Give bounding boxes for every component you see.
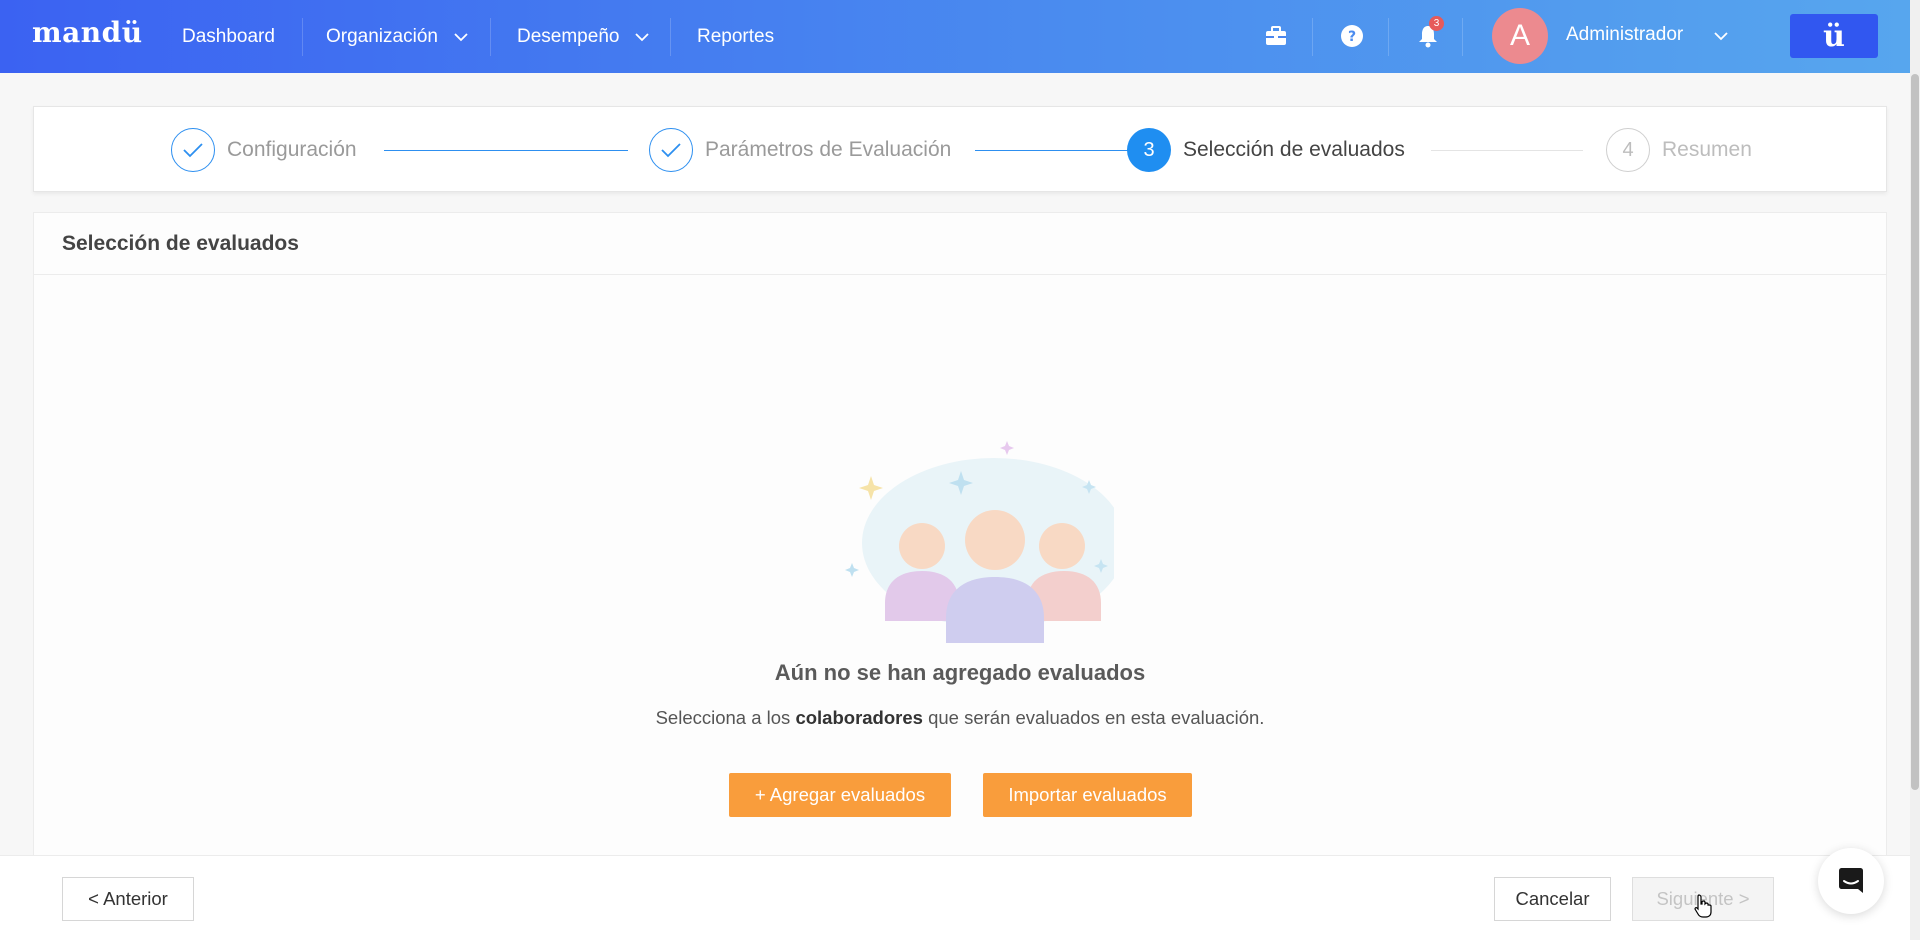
cancel-button[interactable]: Cancelar [1494, 877, 1611, 921]
top-navbar: mandü Dashboard Organización Desempeño R… [0, 0, 1910, 73]
nav-divider [302, 18, 303, 56]
step-parametros[interactable]: Parámetros de Evaluación [649, 107, 951, 193]
nav-divider [1312, 18, 1313, 56]
nav-organizacion[interactable]: Organización [326, 0, 470, 73]
chevron-down-icon [454, 32, 468, 41]
empty-state-description: Selecciona a los colaboradores que serán… [34, 707, 1886, 729]
nav-reportes[interactable]: Reportes [697, 0, 774, 73]
nav-dashboard-label: Dashboard [182, 25, 275, 47]
add-evaluados-button[interactable]: + Agregar evaluados [729, 773, 951, 817]
card-title: Selección de evaluados [34, 213, 1886, 275]
step-3-circle: 3 [1127, 128, 1171, 172]
step-2-label: Parámetros de Evaluación [705, 138, 952, 161]
step-1-circle [171, 128, 215, 172]
brand-logo[interactable]: mandü [32, 16, 143, 49]
nav-divider [1388, 18, 1389, 56]
empty-desc-before: Selecciona a los [655, 707, 796, 728]
step-connector [975, 150, 1140, 151]
nav-reportes-label: Reportes [697, 25, 775, 47]
step-connector [1431, 150, 1583, 151]
nav-dashboard[interactable]: Dashboard [182, 0, 275, 73]
notification-badge: 3 [1429, 16, 1444, 31]
corner-logo-button[interactable]: ü [1790, 14, 1878, 58]
page-scrollbar[interactable] [1910, 0, 1920, 940]
check-icon [183, 143, 203, 158]
step-resumen[interactable]: 4 Resumen [1606, 107, 1752, 193]
step-seleccion[interactable]: 3 Selección de evaluados [1127, 107, 1405, 193]
wizard-stepper: Configuración Parámetros de Evaluación 3… [33, 106, 1887, 192]
check-icon [661, 143, 681, 158]
briefcase-button[interactable] [1258, 18, 1294, 54]
chat-launcher[interactable] [1818, 848, 1884, 914]
step-3-label: Selección de evaluados [1183, 138, 1405, 161]
help-button[interactable]: ? [1334, 18, 1370, 54]
empty-desc-bold: colaboradores [795, 707, 923, 728]
wizard-footer: < Anterior Cancelar Siguiente > [0, 855, 1910, 940]
step-1-label: Configuración [227, 138, 357, 161]
nav-desempeno-label: Desempeño [517, 25, 620, 47]
previous-button[interactable]: < Anterior [62, 877, 194, 921]
chevron-down-icon [635, 32, 650, 41]
step-4-label: Resumen [1662, 138, 1752, 161]
avatar[interactable]: A [1492, 8, 1548, 64]
chat-icon [1839, 868, 1863, 893]
nav-divider [1462, 18, 1463, 56]
step-4-circle: 4 [1606, 128, 1650, 172]
evaluados-card: Selección de evaluados Aún no se han agr… [33, 212, 1887, 862]
empty-state-title: Aún no se han agregado evaluados [774, 660, 1146, 685]
import-evaluados-button[interactable]: Importar evaluados [983, 773, 1192, 817]
scrollbar-thumb[interactable] [1911, 74, 1919, 790]
notifications-button[interactable]: 3 [1410, 16, 1446, 54]
svg-text:?: ? [1348, 29, 1356, 45]
pointer-cursor-icon [1694, 894, 1712, 918]
nav-desempeno[interactable]: Desempeño [517, 0, 651, 73]
step-configuracion[interactable]: Configuración [171, 107, 357, 193]
empty-desc-after: que serán evaluados en esta evaluación. [922, 707, 1265, 728]
people-illustration [845, 441, 1114, 643]
user-name[interactable]: Administrador [1566, 0, 1683, 70]
nav-organizacion-label: Organización [326, 25, 438, 47]
nav-divider [670, 18, 671, 56]
chevron-down-icon[interactable] [1712, 27, 1730, 45]
step-2-circle [649, 128, 693, 172]
briefcase-icon [1266, 26, 1286, 45]
nav-divider [490, 18, 491, 56]
help-icon: ? [1341, 25, 1363, 47]
step-connector [384, 150, 628, 151]
